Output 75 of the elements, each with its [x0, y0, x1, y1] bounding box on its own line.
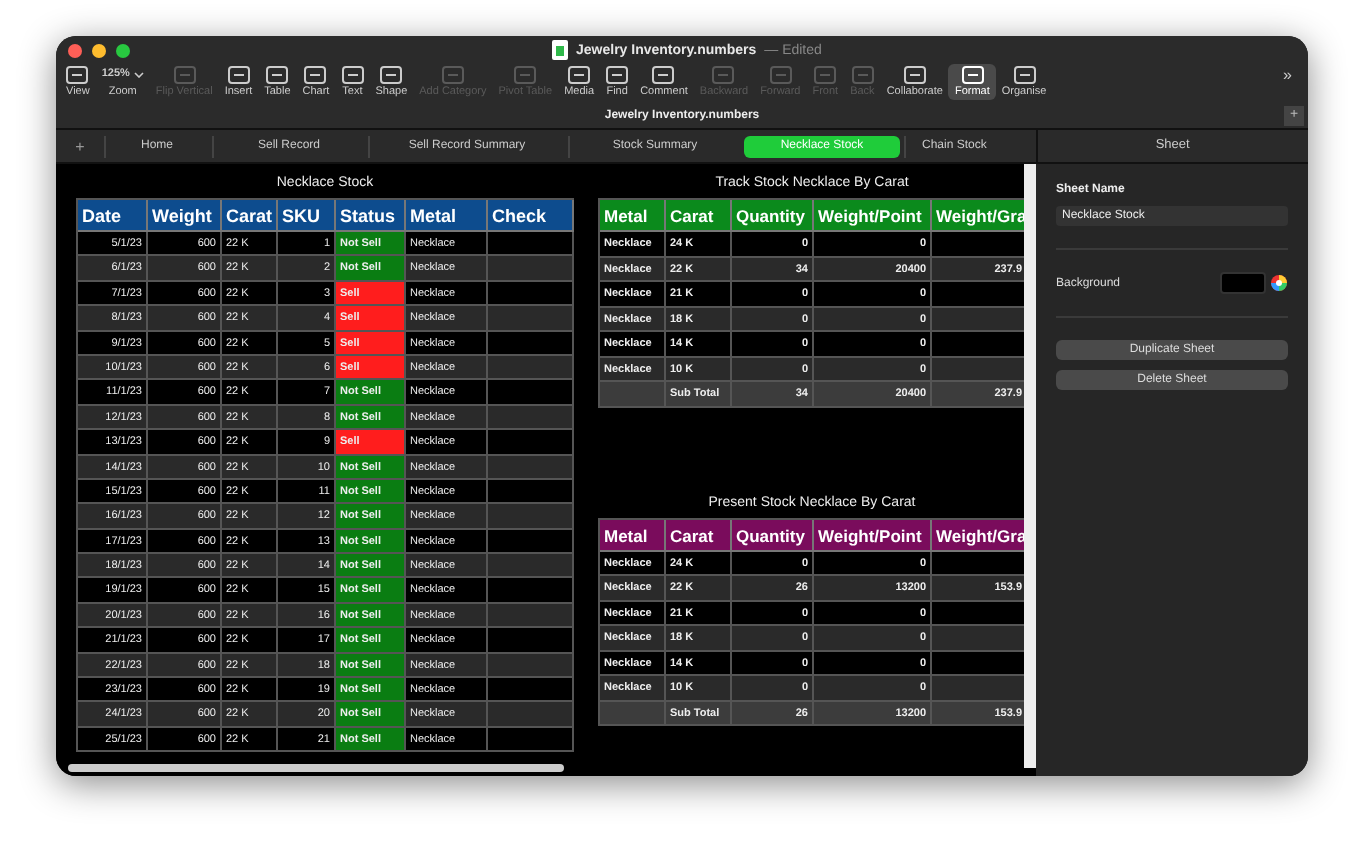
table-cell [488, 256, 574, 282]
table-cell [488, 455, 574, 480]
color-swatch[interactable] [1220, 272, 1266, 294]
column-header: Weight/Gra [932, 200, 1026, 232]
table-cell [488, 628, 574, 654]
table-cell [488, 554, 574, 579]
column-header: Date [78, 200, 148, 232]
rectangle-icon [266, 66, 289, 84]
column-header: Metal [600, 519, 666, 551]
rectangle-icon [341, 66, 364, 84]
table-cell [488, 653, 574, 679]
table-cell [932, 357, 1026, 382]
add-sheet-button[interactable]: + [60, 137, 100, 155]
column-header: Carat [222, 200, 278, 232]
rectangle-icon [903, 66, 926, 84]
table-cell [488, 232, 574, 257]
column-header: Carat [666, 200, 732, 232]
column-header: Metal [406, 200, 488, 232]
table-cell [488, 479, 574, 505]
table-cell [932, 651, 1026, 676]
column-header: Quantity [732, 200, 814, 232]
close-button[interactable] [68, 43, 82, 57]
rectangle-icon [173, 66, 196, 84]
column-header: Carat [666, 519, 732, 551]
column-header: Status [336, 200, 406, 232]
column-header: Check [488, 200, 574, 232]
rectangle-icon [514, 66, 537, 84]
table-cell [488, 727, 574, 753]
table-cell [488, 678, 574, 703]
table-cell [488, 281, 574, 307]
column-header: SKU [278, 200, 336, 232]
column-header: Weight/Gra [932, 519, 1026, 551]
chevron-down-icon [133, 72, 144, 78]
column-header: Weight [148, 200, 222, 232]
table-cell [932, 676, 1026, 701]
column-header: Weight/Point [814, 200, 932, 232]
rectangle-icon [712, 66, 735, 84]
toolbar-overflow-button[interactable]: » [1277, 64, 1308, 100]
table-cell [488, 603, 574, 629]
rectangle-icon [304, 66, 327, 84]
rectangle-icon [606, 66, 629, 84]
table-cell [488, 504, 574, 530]
rectangle-icon [652, 66, 675, 84]
table-cell [488, 702, 574, 728]
table-cell [488, 380, 574, 406]
rectangle-icon [380, 66, 403, 84]
table-cell [932, 601, 1026, 626]
table-cell [488, 306, 574, 332]
rectangle-icon [568, 66, 591, 84]
rectangle-icon [851, 66, 874, 84]
rectangle-icon [66, 66, 89, 84]
table-cell [488, 331, 574, 356]
minimize-button[interactable] [92, 43, 106, 57]
zoom-window-button[interactable] [116, 43, 130, 57]
table-cell [932, 307, 1026, 332]
spreadsheet-file-icon [552, 40, 568, 60]
column-header: Metal [600, 200, 666, 232]
table-cell [932, 626, 1026, 651]
table-cell [488, 430, 574, 456]
table-cell [488, 405, 574, 431]
table-cell [488, 578, 574, 604]
table-cell [488, 355, 574, 381]
color-wheel-icon[interactable] [1270, 274, 1288, 292]
rectangle-icon [227, 66, 250, 84]
rectangle-icon [814, 66, 837, 84]
rectangle-icon [769, 66, 792, 84]
rectangle-icon [1013, 66, 1036, 84]
rectangle-icon [961, 66, 984, 84]
table-cell [488, 529, 574, 555]
vertical-scrollbar[interactable] [1024, 164, 1036, 768]
table-cell [932, 551, 1026, 576]
column-header: Weight/Point [814, 519, 932, 551]
rectangle-icon [441, 66, 464, 84]
horizontal-scrollbar[interactable] [68, 764, 564, 772]
column-header: Quantity [732, 519, 814, 551]
